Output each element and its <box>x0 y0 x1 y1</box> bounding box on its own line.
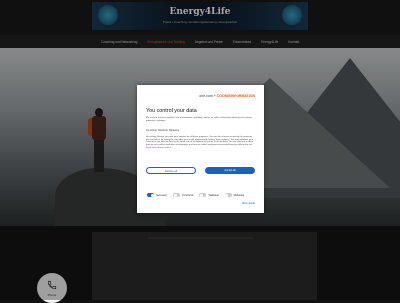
toggle-label: Necessary <box>156 193 168 197</box>
toggle-switch[interactable] <box>224 193 232 197</box>
cookie-consent-dialog: one.com + COOKIEINFORMATION You control … <box>137 85 264 213</box>
show-details-link[interactable]: Show details <box>242 203 255 205</box>
consent-brand: one.com + COOKIEINFORMATION <box>199 94 255 98</box>
toggle-functional[interactable]: Functional <box>173 193 193 197</box>
toggle-statistical[interactable]: Statistical <box>199 193 219 197</box>
brand-cookieinformation: COOKIEINFORMATION <box>216 94 255 98</box>
toggle-switch[interactable] <box>173 193 181 197</box>
brand-separator: + <box>213 94 216 98</box>
toggle-label: Marketing <box>233 193 245 197</box>
consent-title: You control your data <box>146 108 197 114</box>
toggle-marketing[interactable]: Marketing <box>224 193 245 197</box>
consent-purposes: Functional, Statistical, Marketing <box>146 130 180 132</box>
toggle-switch[interactable] <box>199 193 207 197</box>
toggle-label: Functional <box>182 193 194 197</box>
consent-body: By clicking 'Accept' you give your conse… <box>146 136 256 150</box>
brand-onecom: one.com <box>199 94 213 98</box>
toggle-label: Statistical <box>208 193 219 197</box>
toggle-switch[interactable] <box>147 193 154 197</box>
consent-body-text: By clicking 'Accept' you give your conse… <box>146 136 254 147</box>
decline-all-button[interactable]: Decline all <box>146 167 196 174</box>
consent-intro: We and our business partners use technol… <box>146 117 253 122</box>
read-more-link[interactable]: Read more about cookies <box>146 147 171 149</box>
consent-toggles: Necessary Functional Statistical Marketi… <box>147 193 244 197</box>
toggle-necessary[interactable]: Necessary <box>147 193 167 197</box>
accept-all-button[interactable]: Accept all <box>205 167 255 174</box>
